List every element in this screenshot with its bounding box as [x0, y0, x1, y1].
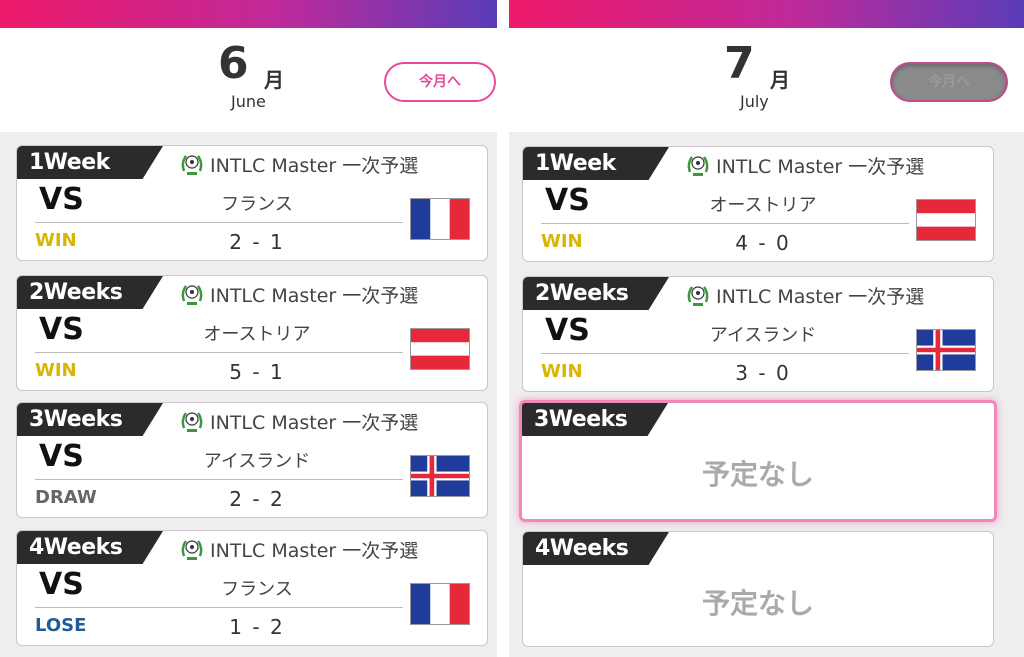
- empty-week-card-selected[interactable]: 3Weeks 予定なし: [519, 400, 997, 522]
- iceland-flag-icon: [410, 455, 470, 497]
- no-schedule-text: 予定なし: [701, 587, 814, 620]
- tournament-name: INTLC Master 一次予選: [716, 156, 925, 178]
- match-score: 4 - 0: [735, 231, 791, 255]
- divider: [541, 353, 909, 354]
- week-tab: 1Week: [523, 147, 669, 180]
- opponent-name: アイスランド: [709, 325, 817, 346]
- match-score: 3 - 0: [735, 361, 791, 385]
- match-result: WIN: [541, 361, 583, 382]
- calendar-panel-july: 7 月 July 今月へ 1Week INTLC Master 一次予選 VS …: [509, 0, 1024, 657]
- opponent-name: オーストリア: [203, 324, 311, 345]
- week-tab: 1Week: [17, 146, 163, 179]
- austria-flag-icon: [410, 328, 470, 370]
- month-number: 7: [724, 38, 755, 89]
- soccer-ball-laurel-icon: [181, 285, 203, 305]
- divider: [35, 479, 403, 480]
- empty-week-card[interactable]: 4Weeks 予定なし: [522, 531, 994, 647]
- vs-label: VS: [39, 439, 84, 474]
- vs-label: VS: [545, 183, 590, 218]
- vs-label: VS: [39, 312, 84, 347]
- week-tab: 4Weeks: [17, 531, 163, 564]
- divider: [35, 607, 403, 608]
- opponent-name: アイスランド: [203, 451, 311, 472]
- france-flag-icon: [410, 198, 470, 240]
- divider: [35, 222, 403, 223]
- week-tab: 4Weeks: [523, 532, 669, 565]
- week-tab: 3Weeks: [17, 403, 163, 436]
- match-card[interactable]: 1Week INTLC Master 一次予選 VS オーストリア WIN 4 …: [522, 146, 994, 262]
- soccer-ball-laurel-icon: [687, 286, 709, 306]
- match-score: 5 - 1: [229, 360, 285, 384]
- match-result: WIN: [35, 360, 77, 381]
- soccer-ball-laurel-icon: [687, 156, 709, 176]
- match-result: WIN: [541, 231, 583, 252]
- divider: [35, 352, 403, 353]
- austria-flag-icon: [916, 199, 976, 241]
- match-card[interactable]: 2Weeks INTLC Master 一次予選 VS アイスランド WIN 3…: [522, 276, 994, 392]
- soccer-ball-laurel-icon: [181, 155, 203, 175]
- match-score: 2 - 1: [229, 230, 285, 254]
- iceland-flag-icon: [916, 329, 976, 371]
- go-to-current-month-button[interactable]: 今月へ: [384, 62, 496, 102]
- divider: [541, 223, 909, 224]
- week-tab: 2Weeks: [523, 277, 669, 310]
- week-tab: 3Weeks: [522, 403, 668, 436]
- soccer-ball-laurel-icon: [181, 540, 203, 560]
- match-card[interactable]: 3Weeks INTLC Master 一次予選 VS アイスランド DRAW …: [16, 402, 488, 518]
- month-kanji: 月: [770, 68, 790, 92]
- top-gradient-bar: [509, 0, 1024, 28]
- vs-label: VS: [545, 313, 590, 348]
- match-card[interactable]: 2Weeks INTLC Master 一次予選 VS オーストリア WIN 5…: [16, 275, 488, 391]
- tournament-name: INTLC Master 一次予選: [210, 155, 419, 177]
- month-header: 6 月 June 今月へ: [0, 28, 497, 132]
- month-english: July: [740, 92, 769, 111]
- france-flag-icon: [410, 583, 470, 625]
- opponent-name: フランス: [221, 579, 293, 600]
- match-score: 2 - 2: [229, 487, 285, 511]
- tournament-name: INTLC Master 一次予選: [210, 540, 419, 562]
- vs-label: VS: [39, 182, 84, 217]
- no-schedule-text: 予定なし: [701, 458, 814, 491]
- month-header: 7 月 July 今月へ: [509, 28, 1024, 132]
- tournament-name: INTLC Master 一次予選: [210, 285, 419, 307]
- opponent-name: オーストリア: [709, 195, 817, 216]
- month-english: June: [231, 92, 266, 111]
- calendar-panel-june: 6 月 June 今月へ 1Week INTLC Master 一次予選 VS …: [0, 0, 497, 657]
- match-score: 1 - 2: [229, 615, 285, 639]
- tournament-name: INTLC Master 一次予選: [210, 412, 419, 434]
- opponent-name: フランス: [221, 194, 293, 215]
- tournament-name: INTLC Master 一次予選: [716, 286, 925, 308]
- month-kanji: 月: [264, 68, 284, 92]
- week-tab: 2Weeks: [17, 276, 163, 309]
- go-to-current-month-button[interactable]: 今月へ: [890, 62, 1008, 102]
- match-result: DRAW: [35, 487, 97, 508]
- match-card[interactable]: 4Weeks INTLC Master 一次予選 VS フランス LOSE 1 …: [16, 530, 488, 646]
- soccer-ball-laurel-icon: [181, 412, 203, 432]
- match-card[interactable]: 1Week INTLC Master 一次予選 VS フランス WIN 2 - …: [16, 145, 488, 261]
- month-number: 6: [218, 38, 249, 89]
- match-result: LOSE: [35, 615, 87, 636]
- vs-label: VS: [39, 567, 84, 602]
- match-result: WIN: [35, 230, 77, 251]
- top-gradient-bar: [0, 0, 497, 28]
